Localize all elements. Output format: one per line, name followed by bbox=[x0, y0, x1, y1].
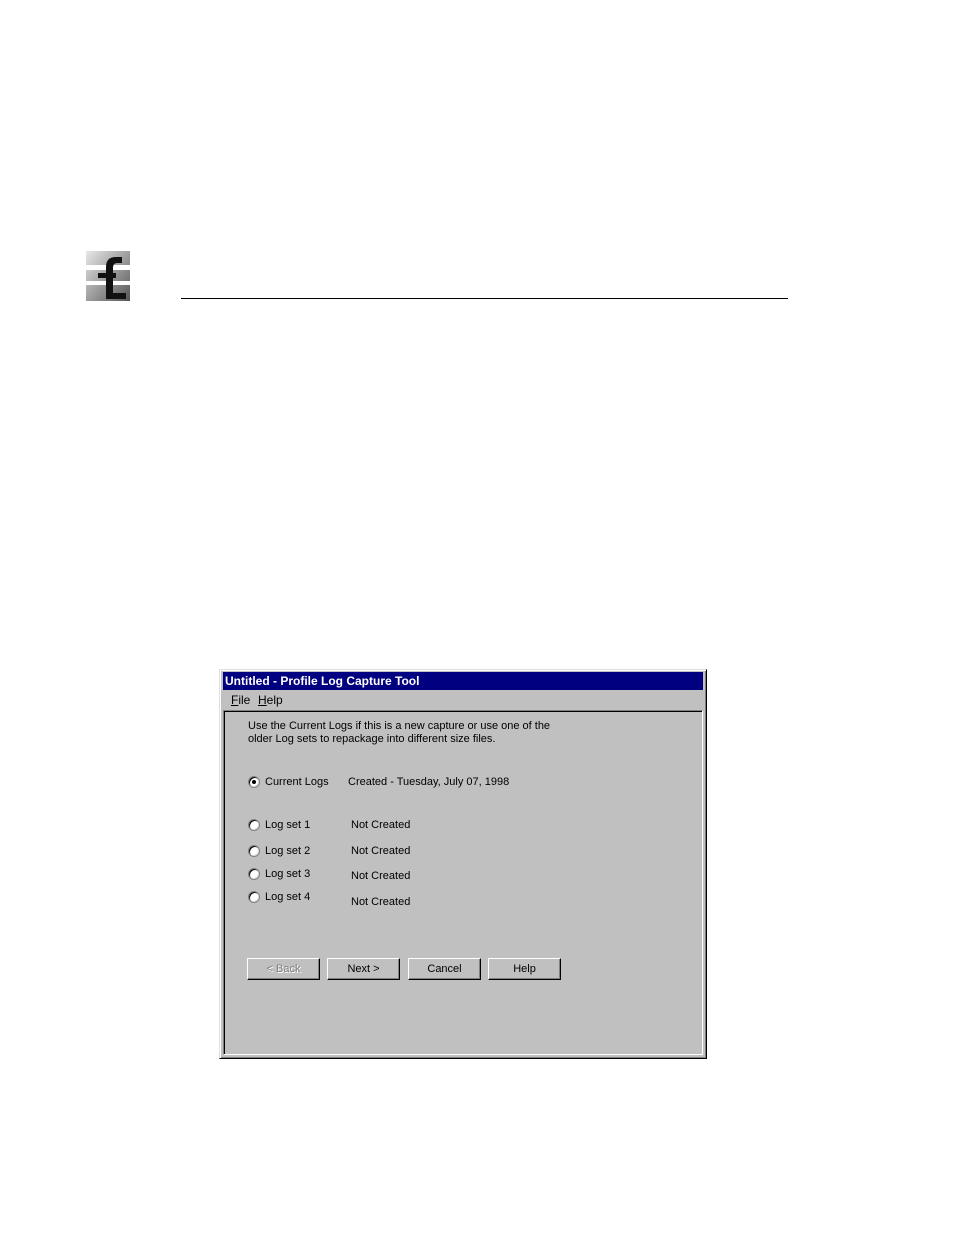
instructions-line-1: Use the Current Logs if this is a new ca… bbox=[248, 720, 551, 732]
option-label: Log set 3 bbox=[265, 868, 311, 880]
option-label: Log set 1 bbox=[265, 819, 311, 831]
title-bar[interactable]: Untitled - Profile Log Capture Tool bbox=[223, 672, 703, 690]
instructions-line-2: older Log sets to repackage into differe… bbox=[248, 733, 496, 745]
menu-file-label: ile bbox=[238, 693, 251, 707]
header-rule bbox=[181, 298, 788, 299]
option-label: Log set 2 bbox=[265, 845, 311, 857]
radio-current-logs[interactable] bbox=[248, 776, 260, 788]
menu-bar: File Help bbox=[223, 691, 703, 709]
radio-log-set-3[interactable] bbox=[248, 868, 260, 880]
option-status: Created - Tuesday, July 07, 1998 bbox=[348, 776, 510, 788]
option-status: Not Created bbox=[351, 896, 411, 908]
menu-help[interactable]: Help bbox=[256, 691, 285, 709]
radio-log-set-4[interactable] bbox=[248, 891, 260, 903]
menu-file[interactable]: File bbox=[229, 691, 252, 709]
option-label: Log set 4 bbox=[265, 891, 311, 903]
radio-selected-dot bbox=[252, 780, 256, 784]
menu-help-accel: H bbox=[258, 693, 267, 707]
wizard-panel: Use the Current Logs if this is a new ca… bbox=[223, 710, 703, 1055]
window-title: Untitled - Profile Log Capture Tool bbox=[225, 674, 420, 688]
help-button[interactable]: Help bbox=[488, 958, 561, 980]
radio-log-set-2[interactable] bbox=[248, 845, 260, 857]
option-label: Current Logs bbox=[265, 776, 329, 788]
menu-help-label: elp bbox=[266, 693, 283, 707]
next-button[interactable]: Next > bbox=[327, 958, 400, 980]
company-logo bbox=[86, 251, 130, 301]
option-status: Not Created bbox=[351, 870, 411, 882]
radio-log-set-1[interactable] bbox=[248, 819, 260, 831]
option-status: Not Created bbox=[351, 819, 411, 831]
back-button[interactable]: < Back bbox=[247, 958, 320, 980]
cancel-button[interactable]: Cancel bbox=[408, 958, 481, 980]
option-status: Not Created bbox=[351, 845, 411, 857]
app-window: Untitled - Profile Log Capture Tool File… bbox=[219, 669, 707, 1059]
instructions-text: Use the Current Logs if this is a new ca… bbox=[248, 720, 568, 746]
